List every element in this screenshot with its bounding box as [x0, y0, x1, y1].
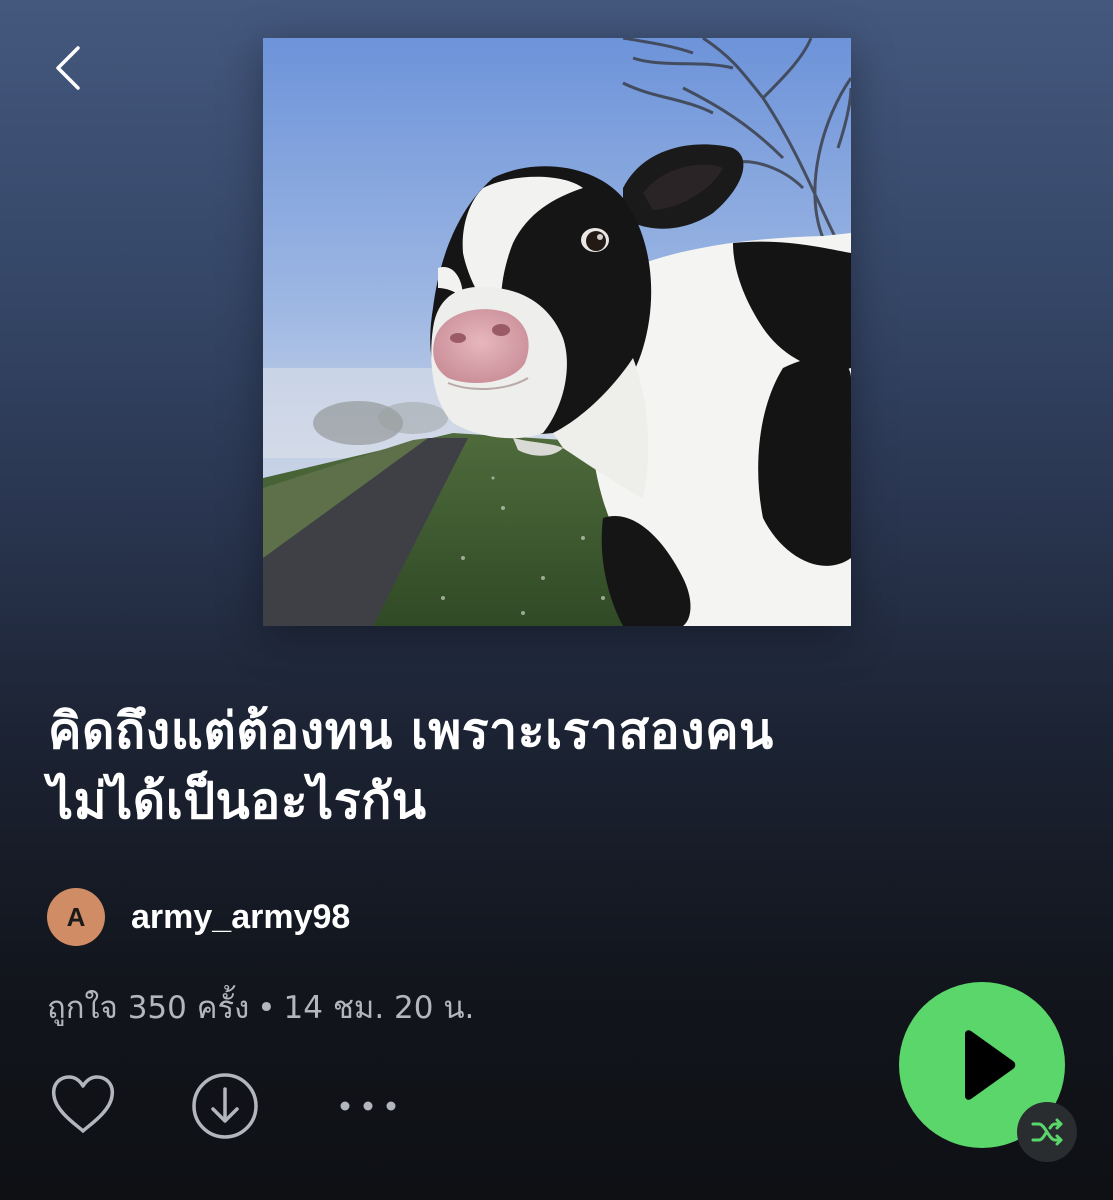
download-circle-icon — [192, 1073, 258, 1139]
playlist-title: คิดถึงแต่ต้องทน เพราะเราสองคน ไม่ได้เป็น… — [48, 696, 1058, 836]
likes-count: ถูกใจ 350 ครั้ง — [47, 990, 250, 1026]
heart-outline-icon — [51, 1075, 115, 1133]
total-duration: 14 ชม. 20 น. — [283, 990, 475, 1026]
playlist-title-line-1: คิดถึงแต่ต้องทน เพราะเราสองคน — [48, 702, 774, 760]
playlist-cover-image — [263, 38, 851, 626]
more-horizontal-icon — [340, 1101, 396, 1111]
owner-row[interactable]: A army_army98 — [47, 888, 350, 946]
download-button[interactable] — [191, 1072, 259, 1140]
more-options-button[interactable] — [334, 1086, 402, 1126]
playlist-title-line-2: ไม่ได้เป็นอะไรกัน — [48, 772, 427, 830]
owner-name[interactable]: army_army98 — [131, 898, 350, 937]
back-button[interactable] — [44, 40, 96, 96]
playlist-meta: ถูกใจ 350 ครั้ง • 14 ชม. 20 น. — [47, 982, 474, 1032]
like-button[interactable] — [50, 1074, 116, 1136]
avatar[interactable]: A — [47, 888, 105, 946]
meta-separator: • — [257, 990, 276, 1026]
chevron-left-icon — [56, 46, 80, 90]
shuffle-button[interactable] — [1017, 1102, 1077, 1162]
shuffle-icon — [1031, 1118, 1063, 1146]
